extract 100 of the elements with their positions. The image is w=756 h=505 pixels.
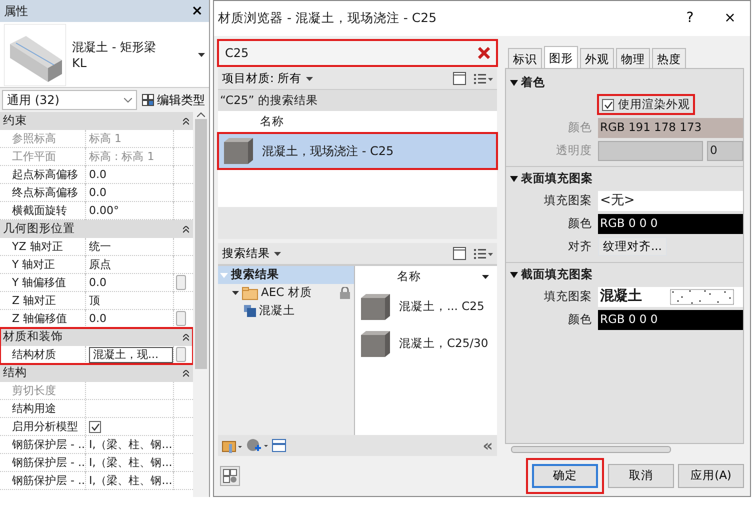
panel-icon[interactable] (453, 247, 466, 260)
property-label: 钢筋保护层 - ... (0, 436, 86, 454)
field-label: 颜色 (567, 310, 593, 328)
group-title: 几何图形位置 (3, 220, 75, 238)
section-title: 截面填充图案 (521, 266, 593, 284)
dialog-button[interactable]: 取消 (608, 464, 674, 488)
material-row[interactable]: 混凝土，... C25 (355, 288, 497, 325)
property-value: 0.0 (89, 168, 106, 181)
property-label: 启用分析模型 (0, 418, 86, 437)
property-value: 顶 (89, 294, 100, 307)
material-field[interactable]: 混凝土，现... (89, 347, 173, 363)
field-label: 颜色 (567, 214, 593, 232)
tab[interactable]: 热度 (652, 48, 686, 68)
tree-item[interactable]: 混凝土 (218, 302, 354, 320)
property-label: 钢筋保护层 - ... (0, 454, 86, 472)
edit-type-button[interactable]: 编辑类型 (140, 91, 207, 109)
column-title: 名称 (397, 268, 421, 286)
group-title: 结构 (3, 364, 27, 382)
property-label: 结构用途 (0, 400, 86, 417)
section-header[interactable]: 表面填充图案 (506, 169, 743, 189)
field-label: 填充图案 (543, 192, 593, 209)
library-dropdown[interactable]: 搜索结果 (222, 244, 281, 262)
concrete-cube-icon (223, 137, 254, 165)
close-button[interactable]: × (189, 4, 205, 18)
category-dropdown[interactable]: 通用 (32) (2, 90, 137, 110)
tree-item[interactable]: AEC 材质 (218, 284, 354, 302)
pattern-field[interactable]: <无> (598, 190, 743, 210)
color-swatch[interactable]: RGB 0 0 0 (598, 310, 743, 330)
result-name: 混凝土，现场浇注 - C25 (262, 143, 394, 160)
list-view-icon[interactable] (474, 72, 493, 84)
collapse-icon[interactable] (183, 334, 189, 340)
group-header[interactable]: 约束 (0, 112, 193, 130)
dialog-button[interactable]: 应用(A) (678, 464, 744, 488)
section-title: 表面填充图案 (521, 170, 593, 188)
expand-arrow-icon[interactable] (510, 176, 518, 182)
group-header[interactable]: 几何图形位置 (0, 220, 193, 238)
expand-arrow-icon[interactable] (232, 291, 239, 295)
edit-type-icon (142, 94, 154, 106)
list-view-icon[interactable] (474, 248, 493, 260)
chevron-down-icon (124, 98, 132, 102)
section-header[interactable]: 截面填充图案 (506, 265, 743, 285)
checkbox[interactable] (602, 98, 614, 110)
color-swatch[interactable]: RGB 0 0 0 (598, 214, 743, 234)
scroll-thumb[interactable] (195, 119, 207, 369)
collapse-button[interactable]: « (482, 438, 493, 454)
property-label: 钢筋保护层 - ... (0, 472, 86, 490)
dropdown-arrow-icon (198, 52, 205, 56)
field-label: 颜色 (567, 118, 593, 136)
field-label: 填充图案 (543, 288, 593, 305)
property-value: 0.0 (89, 312, 106, 325)
slider-track[interactable] (598, 140, 703, 160)
panel-icon[interactable] (453, 72, 466, 85)
group-header[interactable]: 结构 (0, 364, 193, 382)
property-value: I,（梁、柱、钢... (89, 456, 172, 469)
tree-item[interactable]: 搜索结果 (218, 266, 354, 284)
pattern-field[interactable]: 混凝土 (598, 286, 743, 306)
type-subtype: KL (72, 54, 88, 70)
panel-title: 属性 (4, 3, 28, 20)
align-button[interactable]: 纹理对齐... (598, 236, 667, 256)
checkbox-label[interactable]: 使用渲染外观 (598, 94, 694, 114)
scroll-thumb[interactable] (511, 446, 671, 452)
library-panel-button[interactable] (220, 466, 240, 486)
close-button[interactable]: × (710, 8, 750, 29)
collapse-icon[interactable] (183, 118, 189, 124)
tab[interactable]: 外观 (580, 48, 614, 68)
grid-icon (223, 469, 237, 483)
property-value: 统一 (89, 240, 111, 253)
tab[interactable]: 物理 (616, 48, 650, 68)
globe-add-icon[interactable] (246, 438, 268, 453)
clear-icon[interactable] (478, 47, 490, 59)
panel-toggle-icon[interactable] (272, 439, 286, 452)
field-label: 透明度 (555, 142, 593, 159)
section-header[interactable]: 着色 (506, 73, 743, 93)
scroll-up-icon[interactable] (197, 112, 205, 117)
expand-arrow-icon[interactable] (510, 80, 518, 86)
column-header[interactable]: 名称 (218, 111, 497, 133)
expand-arrow-icon[interactable] (510, 272, 518, 278)
folder-add-icon[interactable] (222, 438, 242, 452)
group-title: 约束 (3, 112, 27, 130)
property-label: YZ 轴对正 (0, 238, 86, 256)
property-value: 标高 : 标高 1 (89, 150, 154, 163)
stacked-squares-icon (244, 305, 256, 317)
results-header: “C25” 的搜索结果 (218, 90, 497, 111)
field-label: 对齐 (567, 238, 593, 255)
dropdown-arrow-icon (274, 252, 281, 256)
group-header[interactable]: 材质和装饰 (0, 328, 193, 346)
search-field[interactable]: C25 (218, 40, 497, 66)
search-text: C25 (225, 45, 249, 62)
collapse-icon[interactable] (183, 226, 189, 232)
help-button[interactable]: ? (670, 8, 710, 29)
tab[interactable]: 标识 (508, 48, 542, 68)
type-name: 混凝土 - 矩形梁 (72, 38, 157, 54)
material-row[interactable]: 混凝土，C25/30 (355, 325, 497, 362)
dropdown-value: 通用 (32) (7, 92, 60, 109)
property-label: Y 轴偏移值 (0, 274, 86, 292)
result-row[interactable]: 混凝土，现场浇注 - C25 (218, 133, 497, 169)
checkbox[interactable] (89, 421, 101, 433)
collapse-icon[interactable] (183, 370, 189, 376)
type-selector[interactable]: 混凝土 - 矩形梁 KL (0, 22, 209, 88)
tab[interactable]: 图形 (544, 46, 578, 68)
